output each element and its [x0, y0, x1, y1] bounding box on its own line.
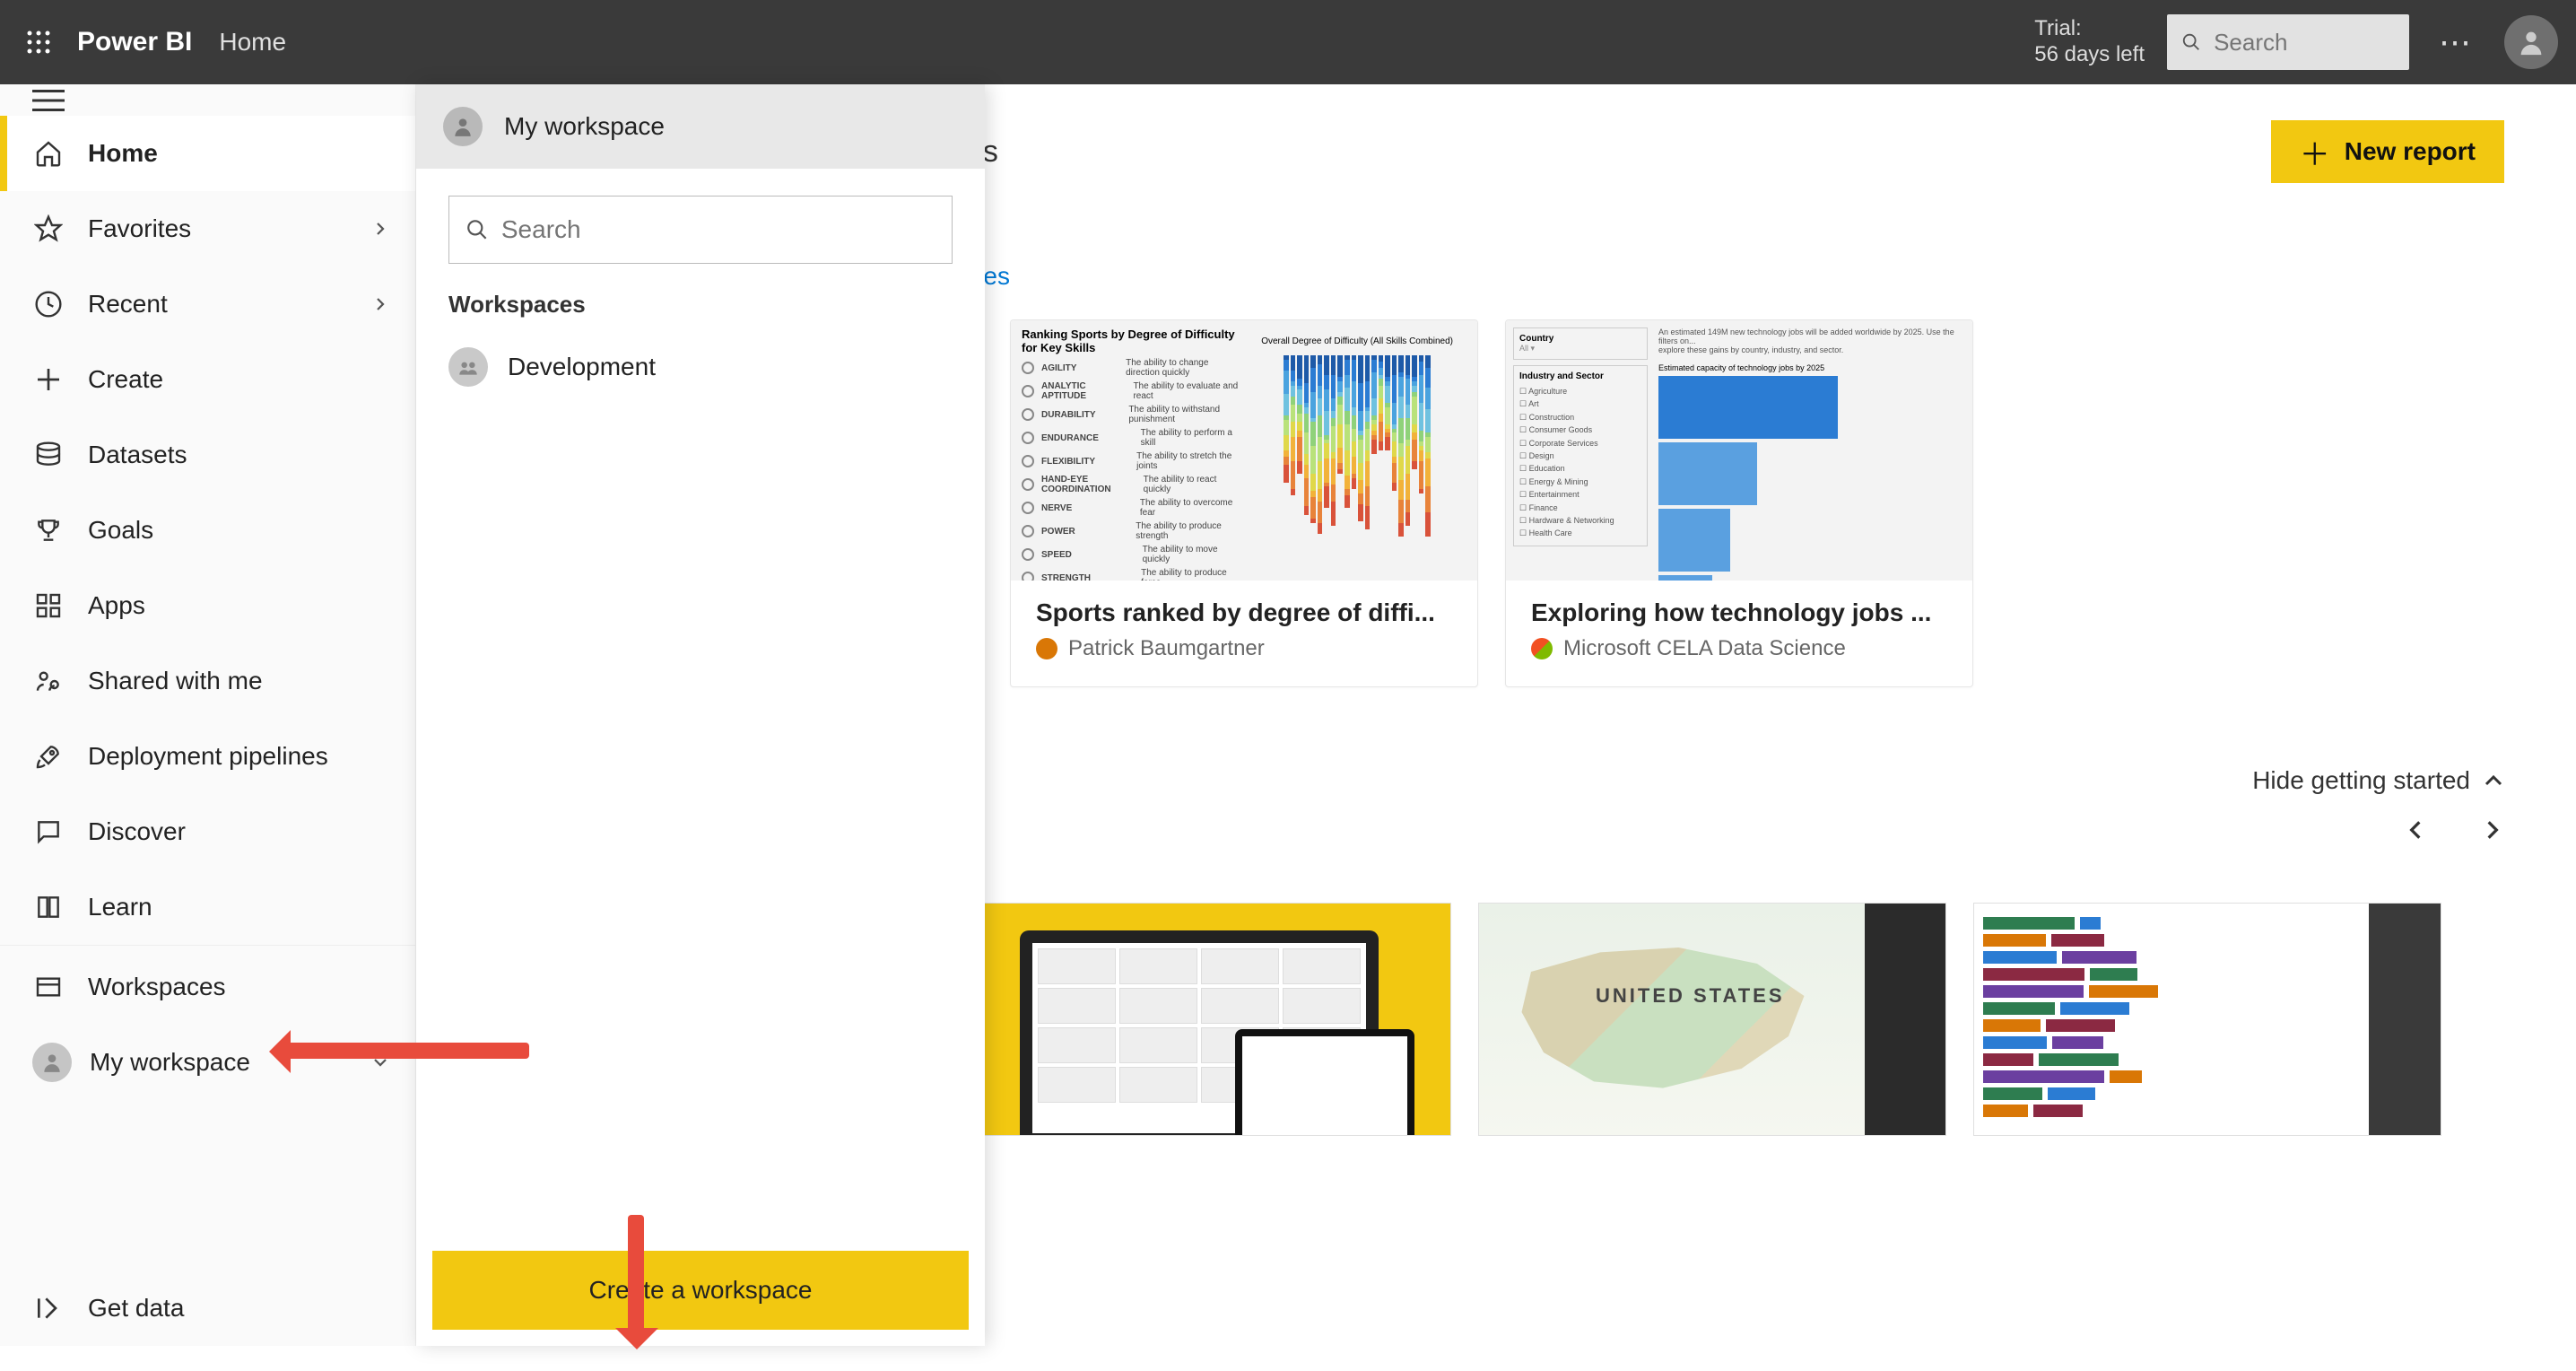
app-launcher-icon[interactable] [18, 22, 59, 63]
nav-recent[interactable]: Recent [0, 266, 415, 342]
nav-label: Learn [88, 893, 152, 921]
workspace-search[interactable] [448, 196, 953, 264]
brand-label: Power BI [77, 27, 192, 57]
nav-pipelines[interactable]: Deployment pipelines [0, 719, 415, 794]
card-title: Sports ranked by degree of diffi... [1036, 598, 1452, 627]
nav-label: Deployment pipelines [88, 742, 328, 771]
getdata-icon [32, 1292, 65, 1324]
nav-my-workspace[interactable]: My workspace [0, 1025, 415, 1100]
nav-label: Home [88, 139, 158, 168]
nav-label: My workspace [90, 1048, 250, 1077]
chat-icon [32, 816, 65, 848]
flyout-header[interactable]: My workspace [416, 84, 985, 169]
chevron-up-icon [2483, 770, 2504, 791]
apps-icon [32, 589, 65, 622]
nav-label: Goals [88, 516, 153, 545]
nav-datasets[interactable]: Datasets [0, 417, 415, 493]
nav-goals[interactable]: Goals [0, 493, 415, 568]
search-icon [2181, 31, 2201, 54]
share-icon [32, 665, 65, 697]
top-bar: Power BI Home Trial: 56 days left ⋯ [0, 0, 2576, 84]
nav-label: Create [88, 365, 163, 394]
nav-label: Apps [88, 591, 145, 620]
nav-get-data[interactable]: Get data [0, 1271, 415, 1346]
prev-button[interactable] [2404, 818, 2427, 849]
sidebar: Home Favorites Recent Create Datasets [0, 84, 416, 1346]
nav-label: Shared with me [88, 667, 263, 695]
trial-line1: Trial: [2034, 16, 2145, 42]
card-thumbnail: Ranking Sports by Degree of Difficulty f… [1011, 320, 1477, 581]
global-search-input[interactable] [2214, 29, 2395, 57]
workspace-search-input[interactable] [501, 215, 936, 244]
data-story-card[interactable]: Ranking Sports by Degree of Difficulty f… [1010, 319, 1478, 687]
nav-apps[interactable]: Apps [0, 568, 415, 643]
nav-shared[interactable]: Shared with me [0, 643, 415, 719]
nav-label: Get data [88, 1294, 184, 1323]
clock-icon [32, 288, 65, 320]
nav-learn[interactable]: Learn [0, 869, 415, 945]
search-icon [466, 217, 489, 242]
hide-getting-started[interactable]: Hide getting started [2252, 766, 2504, 795]
nav-label: Favorites [88, 214, 191, 243]
chevron-right-icon [372, 214, 388, 243]
nav-create[interactable]: Create [0, 342, 415, 417]
nav-favorites[interactable]: Favorites [0, 191, 415, 266]
chevron-right-icon [372, 290, 388, 319]
card-thumbnail: CountryAll ▾ Industry and Sector ☐ Agric… [1506, 320, 1972, 581]
workspaces-icon [32, 971, 65, 1003]
book-icon [32, 891, 65, 923]
hamburger-icon [32, 87, 65, 114]
home-icon [32, 137, 65, 170]
nav-workspaces[interactable]: Workspaces [0, 949, 415, 1025]
datasets-icon [32, 439, 65, 471]
next-button[interactable] [2481, 818, 2504, 849]
create-workspace-button[interactable]: Create a workspace [432, 1251, 969, 1330]
data-story-card[interactable]: CountryAll ▾ Industry and Sector ☐ Agric… [1505, 319, 1973, 687]
nav-toggle[interactable] [0, 84, 415, 116]
trial-status: Trial: 56 days left [2034, 16, 2145, 68]
more-menu-icon[interactable]: ⋯ [2436, 22, 2477, 63]
nav-label: Datasets [88, 441, 187, 469]
workspace-item[interactable]: Development [448, 335, 953, 399]
breadcrumb[interactable]: Home [219, 28, 286, 57]
person-icon [2516, 27, 2546, 57]
card-author: Microsoft CELA Data Science [1531, 636, 1947, 661]
author-icon [1036, 638, 1057, 659]
new-report-label: New report [2345, 137, 2476, 166]
person-icon [443, 107, 483, 146]
annotation-arrow [278, 1043, 529, 1059]
star-icon [32, 213, 65, 245]
new-report-button[interactable]: ＋ New report [2271, 120, 2504, 183]
learn-thumbnail[interactable] [983, 903, 1451, 1136]
nav-home[interactable]: Home [0, 116, 415, 191]
person-icon [32, 1043, 72, 1082]
flyout-section-label: Workspaces [448, 291, 953, 319]
nav-label: Discover [88, 817, 186, 846]
learn-thumbnail[interactable]: UNITED STATES [1478, 903, 1946, 1136]
annotation-arrow [628, 1215, 644, 1340]
nav-label: Recent [88, 290, 168, 319]
learn-thumbnail[interactable] [1973, 903, 2441, 1136]
workspace-icon [448, 347, 488, 387]
trophy-icon [32, 514, 65, 546]
plus-icon [32, 363, 65, 396]
plus-icon: ＋ [2300, 130, 2330, 174]
workspaces-flyout: My workspace Workspaces Development Crea… [416, 84, 985, 1346]
author-icon [1531, 638, 1553, 659]
global-search[interactable] [2167, 14, 2409, 70]
user-avatar[interactable] [2504, 15, 2558, 69]
workspace-name: Development [508, 353, 656, 381]
card-author: Patrick Baumgartner [1036, 636, 1452, 661]
nav-label: Workspaces [88, 973, 226, 1001]
nav-discover[interactable]: Discover [0, 794, 415, 869]
rocket-icon [32, 740, 65, 773]
trial-line2: 56 days left [2034, 42, 2145, 68]
card-title: Exploring how technology jobs ... [1531, 598, 1947, 627]
flyout-title: My workspace [504, 112, 665, 141]
